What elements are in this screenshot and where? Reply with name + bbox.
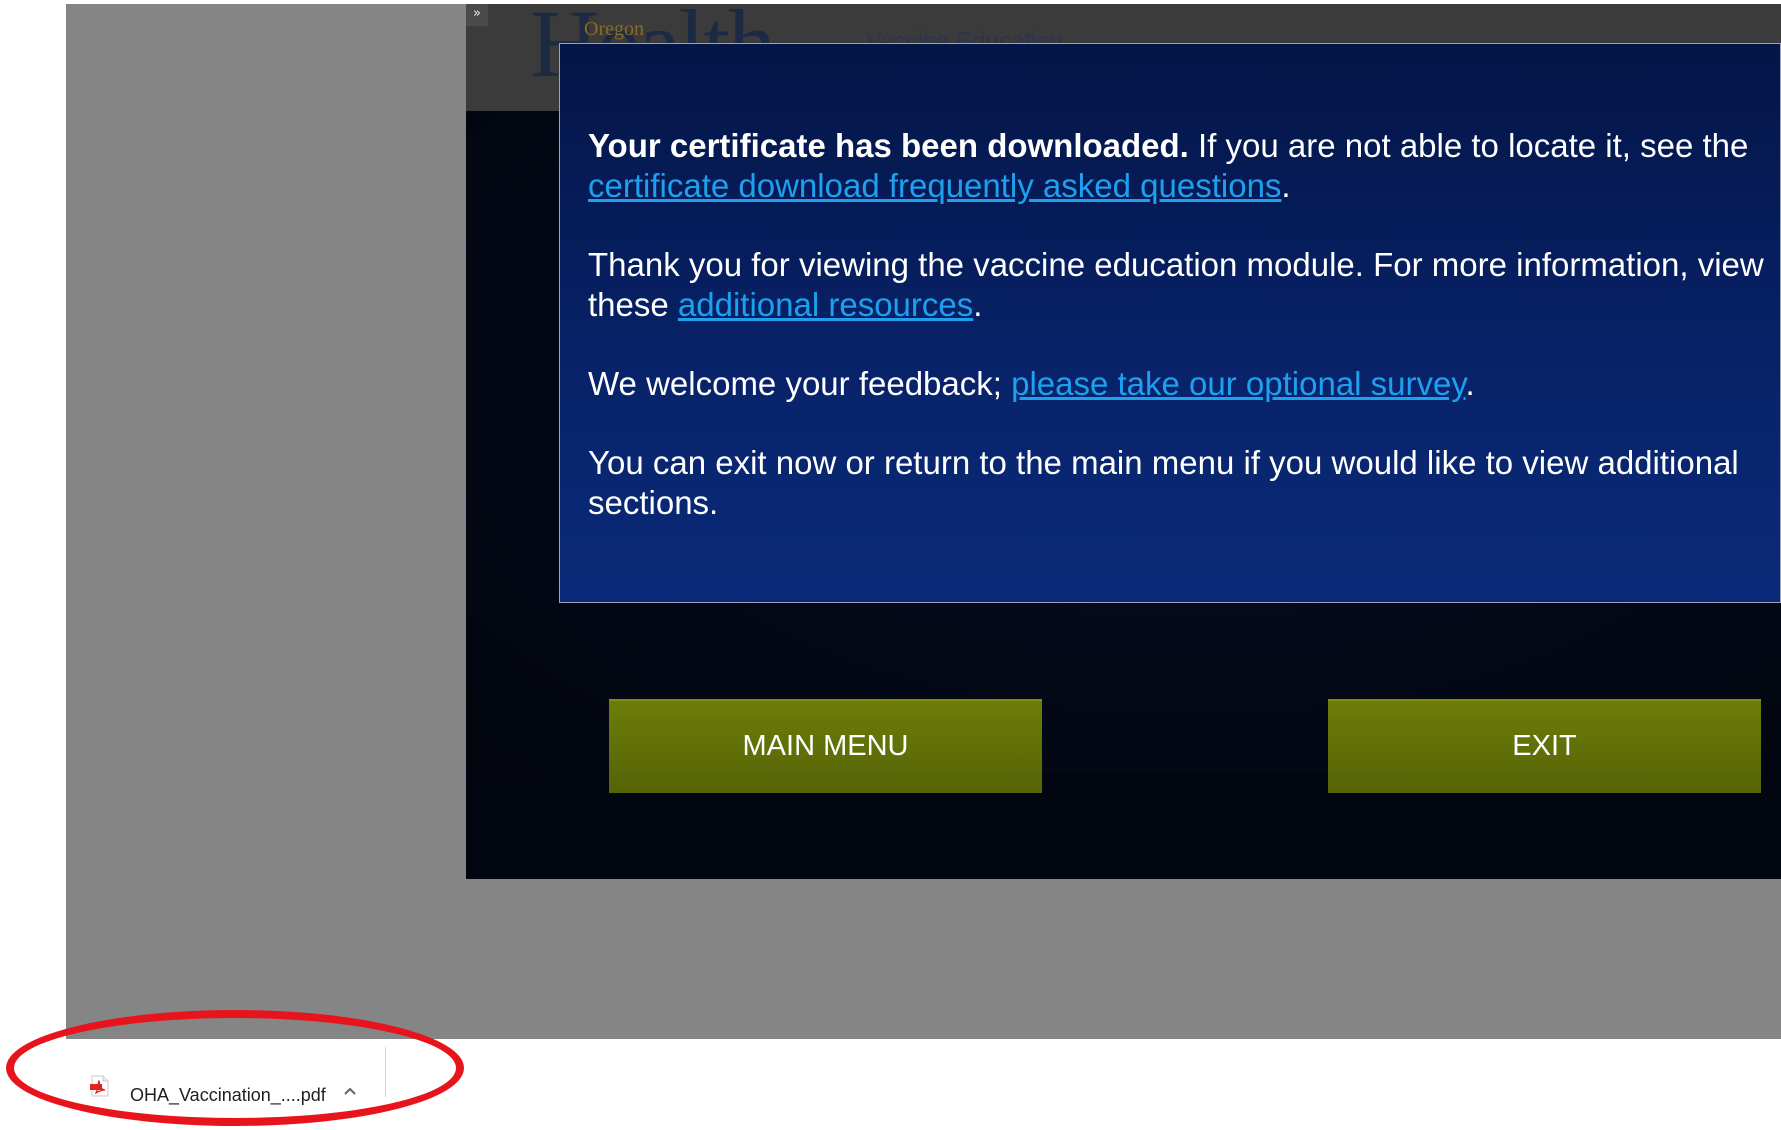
certificate-faq-link[interactable]: certificate download frequently asked qu… [588, 167, 1281, 204]
sidebar-toggle-button[interactable]: » [466, 4, 488, 26]
download-notice: Your certificate has been downloaded. If… [588, 126, 1768, 206]
certificate-message-dialog: Your certificate has been downloaded. If… [559, 43, 1781, 603]
additional-resources-link[interactable]: additional resources [678, 286, 973, 323]
exit-button[interactable]: EXIT [1328, 699, 1761, 793]
feedback-text: We welcome your feedback; please take ou… [588, 364, 1768, 404]
download-notice-bold: Your certificate has been downloaded. [588, 127, 1189, 164]
download-shelf: OHA_Vaccination_....pdf [0, 1039, 1781, 1130]
pdf-file-icon [90, 1075, 109, 1097]
feedback-end: . [1465, 365, 1475, 402]
download-filename: OHA_Vaccination_....pdf [130, 1085, 326, 1105]
thank-you-end: . [973, 286, 983, 323]
survey-link[interactable]: please take our optional survey [1011, 365, 1465, 402]
chevron-up-icon[interactable] [342, 1085, 358, 1097]
exit-instructions: You can exit now or return to the main m… [588, 444, 1739, 521]
screen: Health Oregon Vaccine Education » Your c… [0, 0, 1781, 1130]
download-notice-end: . [1281, 167, 1291, 204]
download-notice-text: If you are not able to locate it, see th… [1188, 127, 1749, 164]
feedback-body: We welcome your feedback; [588, 365, 1012, 402]
download-item[interactable]: OHA_Vaccination_....pdf [80, 1057, 380, 1107]
dialog-content: Your certificate has been downloaded. If… [588, 126, 1768, 562]
thank-you-text: Thank you for viewing the vaccine educat… [588, 245, 1768, 325]
shelf-divider [385, 1047, 386, 1097]
oregon-logo-text: Oregon [584, 18, 644, 40]
main-menu-button[interactable]: MAIN MENU [609, 699, 1042, 793]
